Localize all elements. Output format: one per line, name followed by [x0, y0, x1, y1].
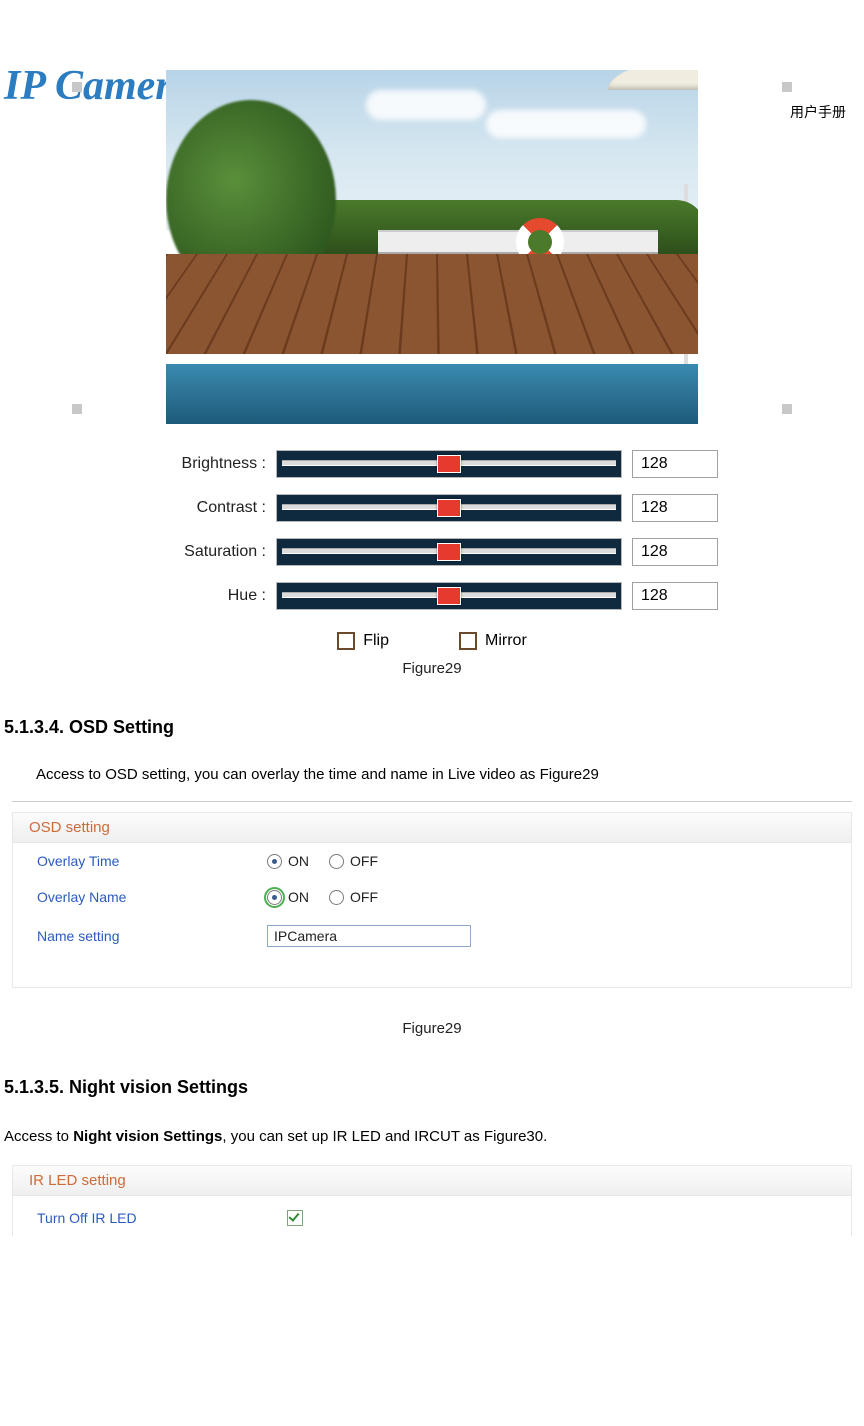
night-vision-body: Access to Night vision Settings, you can… [4, 1126, 864, 1149]
mirror-label: Mirror [485, 632, 527, 650]
overlay-time-off-label: OFF [350, 853, 378, 869]
hue-slider[interactable] [276, 582, 622, 610]
turn-off-ir-row: Turn Off IR LED [13, 1196, 851, 1236]
saturation-value-input[interactable] [632, 538, 718, 566]
figure29-caption: Figure29 [72, 660, 792, 677]
hue-value-input[interactable] [632, 582, 718, 610]
name-setting-label: Name setting [37, 928, 267, 944]
heading-night-vision: 5.1.3.5. Night vision Settings [4, 1077, 864, 1098]
heading-osd-setting: 5.1.3.4. OSD Setting [4, 717, 864, 738]
overlay-name-off-radio[interactable] [329, 890, 344, 905]
overlay-name-label: Overlay Name [37, 889, 267, 905]
header-subtitle: 用户手册 [790, 102, 846, 122]
overlay-time-on-label: ON [288, 853, 309, 869]
turn-off-ir-label: Turn Off IR LED [37, 1210, 287, 1226]
overlay-time-row: Overlay Time ON OFF [13, 843, 851, 879]
saturation-label: Saturation : [158, 543, 266, 561]
crop-handle-br[interactable] [782, 404, 792, 414]
mirror-checkbox[interactable] [459, 632, 477, 650]
contrast-value-input[interactable] [632, 494, 718, 522]
hue-row: Hue : [158, 574, 718, 618]
overlay-name-row: Overlay Name ON OFF [13, 879, 851, 915]
brightness-row: Brightness : [158, 442, 718, 486]
crop-handle-tr[interactable] [782, 82, 792, 92]
crop-handle-tl[interactable] [72, 82, 82, 92]
brightness-label: Brightness : [158, 455, 266, 473]
contrast-row: Contrast : [158, 486, 718, 530]
ir-led-panel: IR LED setting Turn Off IR LED [12, 1165, 852, 1236]
overlay-time-label: Overlay Time [37, 853, 267, 869]
mirror-checkbox-item[interactable]: Mirror [459, 632, 527, 650]
turn-off-ir-checkbox[interactable] [287, 1210, 303, 1226]
name-setting-row: Name setting [13, 915, 851, 957]
crop-handle-bl[interactable] [72, 404, 82, 414]
figure-29-block: Brightness : Contrast : Saturation : Hue… [72, 70, 792, 677]
contrast-slider[interactable] [276, 494, 622, 522]
overlay-name-on-radio[interactable] [267, 890, 282, 905]
contrast-label: Contrast : [158, 499, 266, 517]
overlay-name-on-label: ON [288, 889, 309, 905]
saturation-slider[interactable] [276, 538, 622, 566]
overlay-time-off-radio[interactable] [329, 854, 344, 869]
name-setting-input[interactable] [267, 925, 471, 947]
brightness-slider[interactable] [276, 450, 622, 478]
overlay-time-on-radio[interactable] [267, 854, 282, 869]
flip-checkbox[interactable] [337, 632, 355, 650]
camera-preview-image [166, 70, 698, 424]
separator [12, 801, 852, 802]
flip-mirror-row: Flip Mirror [72, 632, 792, 650]
flip-checkbox-item[interactable]: Flip [337, 632, 389, 650]
saturation-row: Saturation : [158, 530, 718, 574]
image-adjust-sliders: Brightness : Contrast : Saturation : Hue… [158, 442, 718, 618]
brightness-value-input[interactable] [632, 450, 718, 478]
osd-setting-body: Access to OSD setting, you can overlay t… [36, 766, 864, 783]
figure29-caption-2: Figure29 [0, 1020, 864, 1037]
hue-label: Hue : [158, 587, 266, 605]
osd-setting-panel: OSD setting Overlay Time ON OFF Overlay … [12, 812, 852, 988]
osd-panel-title: OSD setting [13, 813, 851, 843]
flip-label: Flip [363, 632, 389, 650]
overlay-name-off-label: OFF [350, 889, 378, 905]
ir-panel-title: IR LED setting [13, 1166, 851, 1196]
